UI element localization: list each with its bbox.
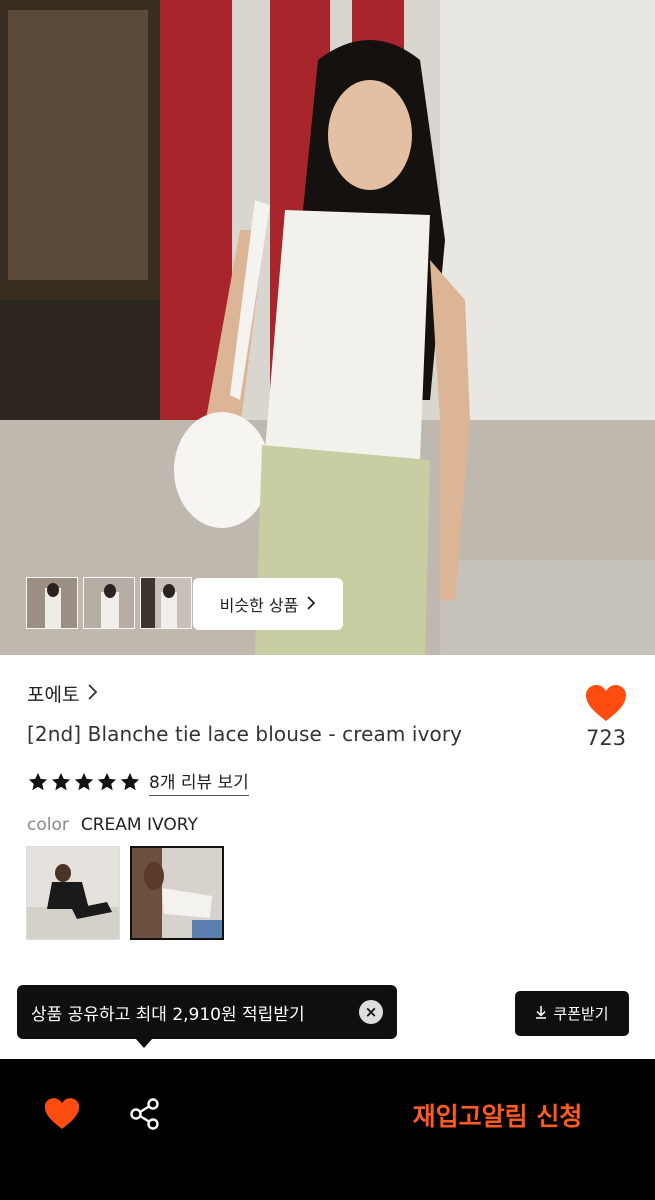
tooltip-text: 상품 공유하고 최대 2,910원 적립받기: [31, 1004, 305, 1025]
rating-row: 8개 리뷰 보기: [27, 768, 249, 796]
image-thumbnail[interactable]: [140, 577, 192, 629]
color-options: [26, 846, 224, 940]
like-count: 723: [585, 726, 627, 750]
restock-alert-button[interactable]: 재입고알림 신청: [380, 1095, 615, 1135]
review-link[interactable]: 8개 리뷰 보기: [149, 768, 249, 796]
heart-icon: [586, 685, 626, 721]
brand-name: 포에토: [27, 684, 80, 706]
color-label: color: [27, 815, 69, 835]
product-photo: [0, 0, 655, 655]
similar-products-button[interactable]: 비슷한 상품: [193, 578, 343, 630]
tooltip-arrow: [135, 1038, 153, 1048]
star-rating: [27, 771, 141, 793]
wishlist-button[interactable]: [44, 1097, 80, 1134]
star-icon: [120, 772, 140, 791]
image-thumbnail[interactable]: [83, 577, 135, 629]
share-button[interactable]: [128, 1097, 162, 1135]
share-icon: [130, 1098, 159, 1130]
color-option-thumbnail-selected[interactable]: [130, 846, 224, 940]
download-icon: [535, 1005, 547, 1023]
star-icon: [74, 772, 94, 791]
color-option-thumbnail[interactable]: [26, 846, 120, 940]
chevron-right-icon: [306, 595, 316, 614]
like-button[interactable]: 723: [575, 684, 637, 750]
bottom-action-bar: 재입고알림 신청: [0, 1059, 655, 1200]
coupon-download-button[interactable]: 쿠폰받기: [515, 991, 629, 1036]
chevron-right-icon: [87, 683, 98, 705]
color-value: CREAM IVORY: [80, 815, 198, 835]
similar-products-label: 비슷한 상품: [219, 596, 299, 615]
share-reward-tooltip: 상품 공유하고 최대 2,910원 적립받기 ×: [17, 985, 397, 1039]
color-row: color CREAM IVORY: [27, 815, 198, 835]
brand-link[interactable]: 포에토: [27, 680, 98, 707]
heart-icon: [44, 1098, 80, 1129]
close-icon[interactable]: ×: [359, 1000, 383, 1024]
star-icon: [28, 772, 48, 791]
image-thumbnail[interactable]: [26, 577, 78, 629]
coupon-label: 쿠폰받기: [553, 1005, 609, 1023]
product-title: [2nd] Blanche tie lace blouse - cream iv…: [27, 722, 463, 746]
image-thumbnail-strip: [26, 577, 192, 629]
product-main-image[interactable]: 비슷한 상품: [0, 0, 655, 655]
star-icon: [51, 772, 71, 791]
star-icon: [97, 772, 117, 791]
